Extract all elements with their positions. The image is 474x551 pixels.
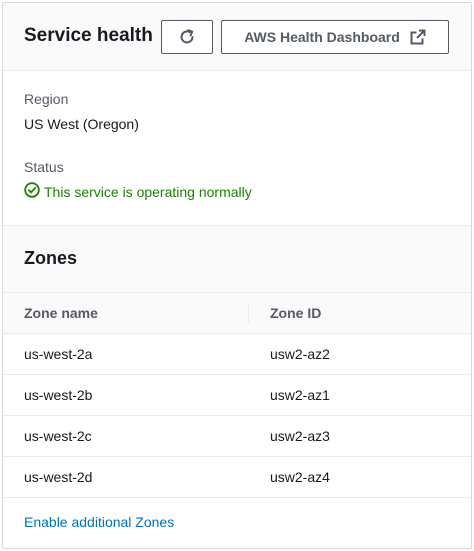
zone-name-cell: us-west-2c (24, 428, 92, 444)
external-link-icon (410, 29, 426, 45)
enable-additional-zones-link[interactable]: Enable additional Zones (24, 514, 174, 530)
status-label: Status (24, 159, 64, 175)
zone-id-cell: usw2-az3 (270, 428, 330, 444)
status-value: This service is operating normally (44, 183, 252, 200)
column-divider (248, 303, 249, 323)
zone-name-cell: us-west-2d (24, 469, 93, 485)
zones-table: Zone name Zone ID us-west-2a usw2-az2 us… (3, 293, 471, 498)
table-header: Zone name Zone ID (3, 293, 471, 334)
column-header-zone-name: Zone name (24, 305, 98, 321)
panel-title: Service health (24, 25, 153, 46)
column-header-zone-id: Zone ID (270, 305, 322, 321)
refresh-button[interactable] (161, 20, 213, 54)
panel-header: Service health AWS Health Dashboard (3, 3, 471, 71)
region-value: US West (Oregon) (24, 116, 139, 132)
table-row: us-west-2b usw2-az1 (3, 375, 471, 416)
service-details: Region US West (Oregon) Status This serv… (3, 71, 471, 226)
check-circle-icon (24, 182, 40, 201)
zones-title: Zones (24, 248, 78, 268)
refresh-icon (178, 28, 196, 46)
status-indicator: This service is operating normally (24, 182, 252, 201)
table-row: us-west-2c usw2-az3 (3, 416, 471, 457)
aws-health-dashboard-button[interactable]: AWS Health Dashboard (221, 20, 449, 54)
region-label: Region (24, 91, 69, 107)
table-row: us-west-2a usw2-az2 (3, 334, 471, 375)
table-row: us-west-2d usw2-az4 (3, 457, 471, 498)
zone-name-cell: us-west-2a (24, 346, 93, 362)
zone-id-cell: usw2-az4 (270, 469, 330, 485)
dashboard-button-label: AWS Health Dashboard (244, 29, 400, 45)
zone-name-cell: us-west-2b (24, 387, 93, 403)
zones-header: Zones (3, 226, 471, 293)
zone-id-cell: usw2-az2 (270, 346, 330, 362)
zone-id-cell: usw2-az1 (270, 387, 330, 403)
service-health-panel: Service health AWS Health Dashboard Regi… (2, 2, 472, 549)
